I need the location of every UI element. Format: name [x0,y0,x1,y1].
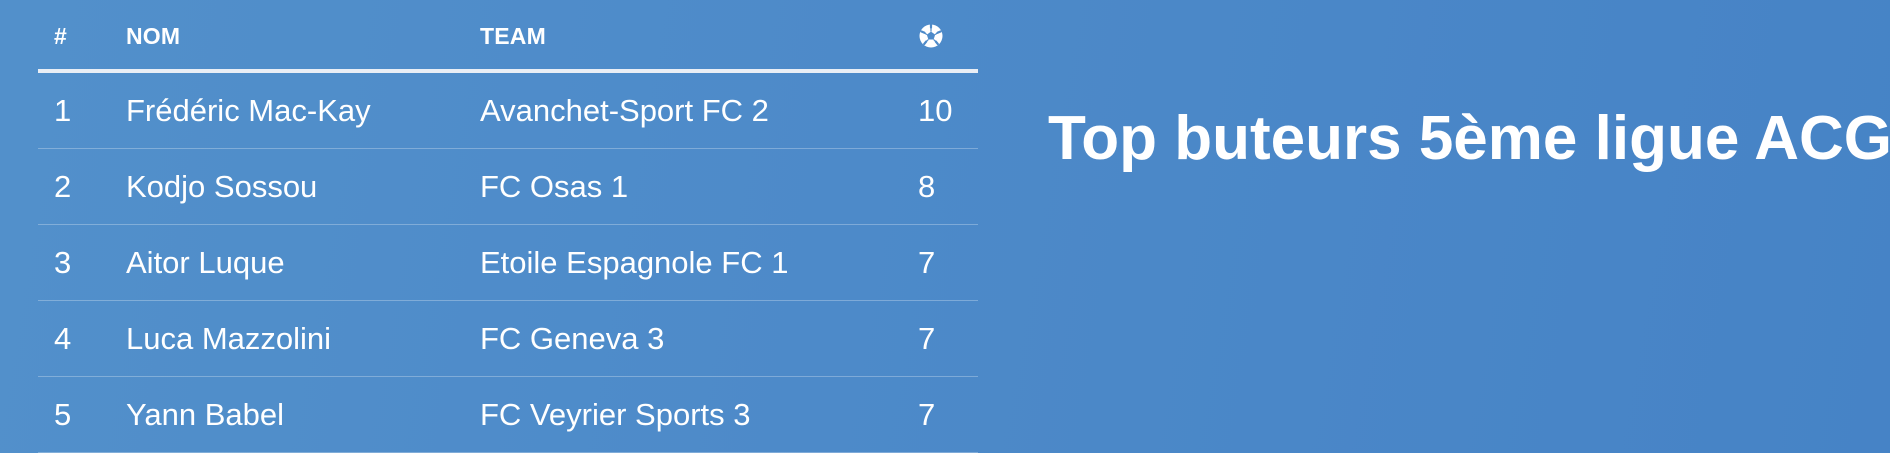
row-goals: 7 [918,245,936,280]
row-rank: 3 [54,245,72,280]
row-player-name: Aitor Luque [126,245,285,280]
table-row: 1 Frédéric Mac-Kay Avanchet-Sport FC 2 1… [38,73,978,149]
soccer-ball-icon [919,23,943,48]
row-rank: 1 [54,93,72,128]
row-goals: 10 [918,93,953,128]
table-row: 5 Yann Babel FC Veyrier Sports 3 7 [38,377,978,453]
row-player-name: Kodjo Sossou [126,169,318,204]
row-rank: 4 [54,321,72,356]
table-header: # NOM TEAM [38,0,978,73]
table-body: 1 Frédéric Mac-Kay Avanchet-Sport FC 2 1… [38,73,978,453]
scorers-table: # NOM TEAM 1 Frédéric Mac-Kay Avanchet-S… [38,0,978,453]
row-team: FC Osas 1 [480,169,629,204]
row-team: Etoile Espagnole FC 1 [480,245,789,280]
table-row: 4 Luca Mazzolini FC Geneva 3 7 [38,301,978,377]
row-rank: 5 [54,397,72,432]
table-row: 3 Aitor Luque Etoile Espagnole FC 1 7 [38,225,978,301]
row-player-name: Luca Mazzolini [126,321,332,356]
row-goals: 7 [918,321,936,356]
header-rank: # [54,23,67,49]
row-team: FC Veyrier Sports 3 [480,397,751,432]
table-row: 2 Kodjo Sossou FC Osas 1 8 [38,149,978,225]
row-player-name: Frédéric Mac-Kay [126,93,371,128]
row-player-name: Yann Babel [126,397,284,432]
header-team: TEAM [480,23,546,49]
row-team: Avanchet-Sport FC 2 [480,93,769,128]
row-goals: 7 [918,397,936,432]
row-goals: 8 [918,169,936,204]
header-name: NOM [126,23,181,49]
row-team: FC Geneva 3 [480,321,665,356]
page-title: Top buteurs 5ème ligue ACGF [1048,104,1890,173]
row-rank: 2 [54,169,72,204]
